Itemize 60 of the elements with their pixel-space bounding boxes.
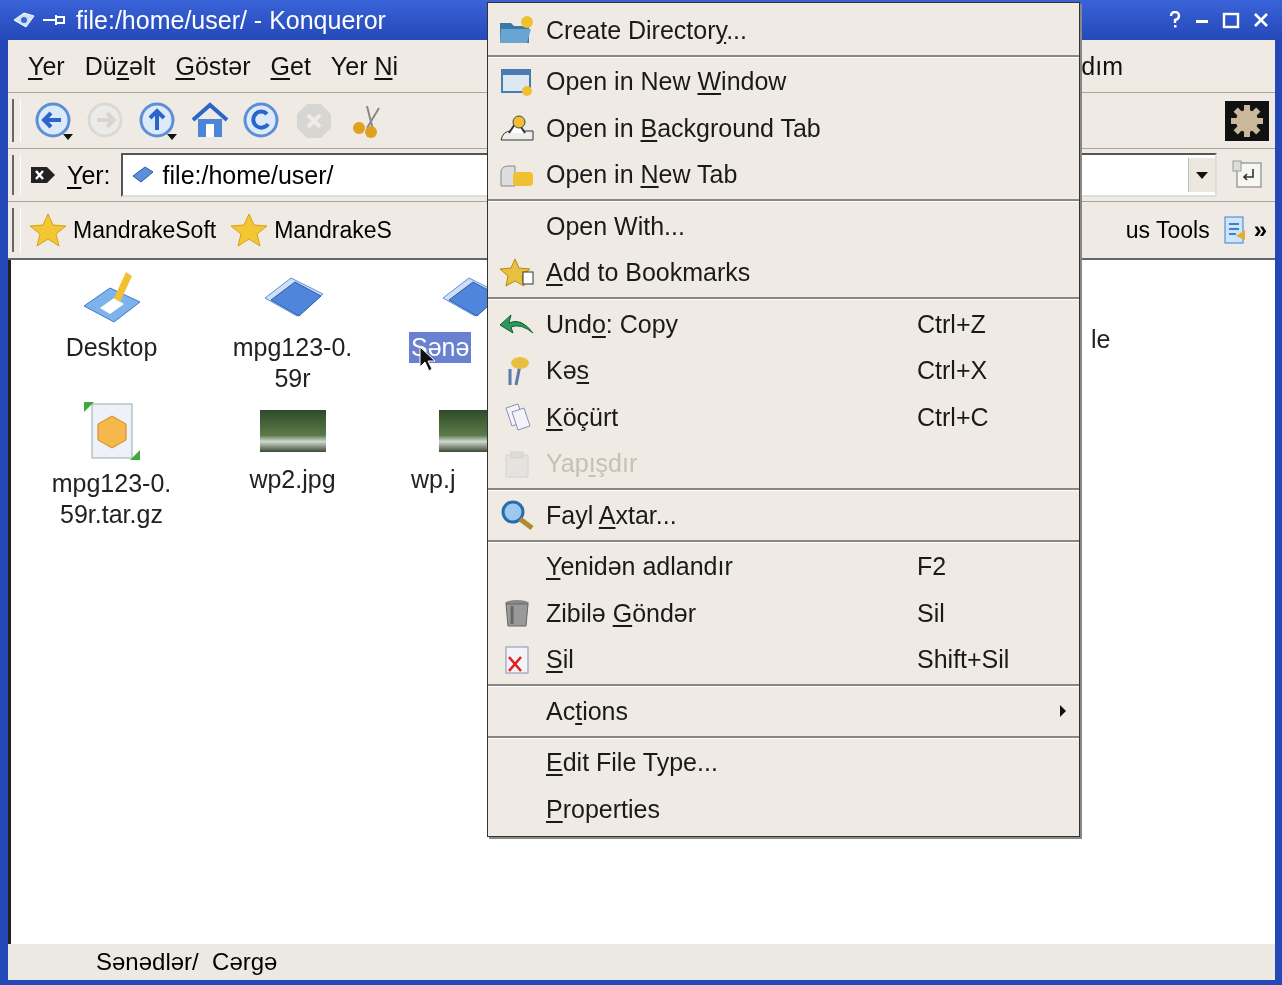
maximize-icon[interactable] xyxy=(1222,11,1240,29)
menu-item[interactable]: Yer Ni xyxy=(330,51,399,81)
toolbar-handle[interactable] xyxy=(12,99,21,142)
file-name[interactable]: mpg123-0. 59r xyxy=(230,332,355,395)
context-menu-item[interactable]: Köçürt Ctrl+C xyxy=(488,394,1079,441)
more-bookmarks-button[interactable]: » xyxy=(1253,216,1267,244)
bookmark-link[interactable]: MandrakeS xyxy=(230,213,392,247)
photo-placeholder[interactable] xyxy=(259,410,326,452)
window-icon xyxy=(500,66,534,97)
menu-item[interactable]: Get xyxy=(270,51,311,81)
file-name[interactable]: le xyxy=(1089,324,1113,356)
bookmark-link[interactable]: us Tools xyxy=(1125,216,1210,244)
context-menu-item[interactable]: Zibilə Göndər Sil xyxy=(488,590,1079,637)
menu-item[interactable]: Yer xyxy=(28,51,65,81)
file-name[interactable]: wp2.jpg xyxy=(247,464,338,496)
document-icon xyxy=(1223,216,1246,244)
location-label: Yer: xyxy=(67,160,111,190)
star-icon xyxy=(29,213,67,247)
submenu-arrow-icon xyxy=(1059,704,1067,719)
context-menu-item[interactable]: Create Directory... xyxy=(488,7,1079,54)
context-menu-item[interactable]: Edit File Type... xyxy=(488,739,1079,786)
gear-icon xyxy=(1225,100,1269,141)
context-menu-item[interactable]: Open With... xyxy=(488,203,1079,250)
context-menu-item[interactable]: Kəs Ctrl+X xyxy=(488,347,1079,394)
file-name[interactable]: mpg123-0. 59r.tar.gz xyxy=(49,468,174,531)
menu-item[interactable]: dım xyxy=(1081,51,1123,81)
help-icon[interactable] xyxy=(1168,11,1182,29)
context-menu-item[interactable]: Undo: Copy Ctrl+Z xyxy=(488,301,1079,348)
app-icon xyxy=(12,10,38,30)
status-text: Sənədlər/ Cərgə xyxy=(95,948,278,976)
star-icon xyxy=(230,213,269,247)
context-menu-item[interactable]: Actions xyxy=(488,688,1079,735)
context-menu-item[interactable]: Fayl Axtar... xyxy=(488,492,1079,539)
context-menu-item[interactable]: Sil Shift+Sil xyxy=(488,636,1079,683)
context-menu-item[interactable]: Open in New Tab xyxy=(488,151,1079,198)
context-menu-item[interactable]: Yenidən adlandır F2 xyxy=(488,543,1079,590)
clipboard-icon xyxy=(502,448,532,479)
context-menu-item[interactable]: Properties xyxy=(488,786,1079,833)
search-icon xyxy=(499,499,535,532)
bookmark-link[interactable]: MandrakeSoft xyxy=(29,213,217,247)
context-menu-item[interactable]: Add to Bookmarks xyxy=(488,249,1079,296)
trash-icon xyxy=(502,598,532,629)
file-name[interactable]: Desktop xyxy=(63,332,160,364)
star-icon xyxy=(499,257,535,288)
menu-item[interactable]: Göstər xyxy=(175,51,251,81)
sparkle-tab-icon xyxy=(499,113,535,144)
delete-file-icon xyxy=(503,644,531,675)
clear-location-icon[interactable] xyxy=(29,165,57,185)
menu-item[interactable]: Düzəlt xyxy=(84,51,156,81)
folder-icon xyxy=(499,15,535,46)
go-icon[interactable] xyxy=(1231,159,1265,191)
pin-icon xyxy=(42,13,66,27)
context-menu-item[interactable]: Open in New Window xyxy=(488,58,1079,105)
file-name[interactable]: wp.j xyxy=(409,464,458,496)
close-icon[interactable] xyxy=(1252,11,1270,29)
context-menu-item[interactable]: Open in Background Tab xyxy=(488,105,1079,152)
window-title: file:/home/user/ - Konqueror xyxy=(76,5,386,35)
toolbar-handle[interactable] xyxy=(12,208,21,252)
toolbar-handle[interactable] xyxy=(12,155,21,195)
copy-icon xyxy=(502,402,532,433)
